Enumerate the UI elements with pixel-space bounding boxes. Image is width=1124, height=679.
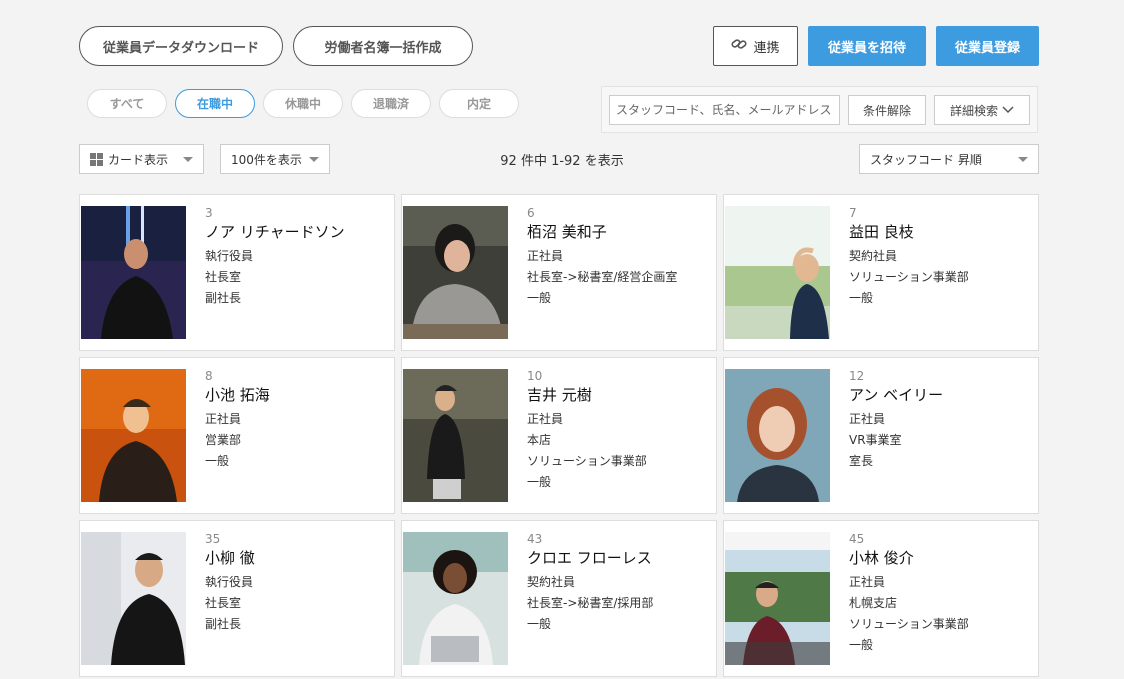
per-page-label: 100件を表示 (231, 152, 302, 167)
sort-label: スタッフコード 昇順 (870, 152, 982, 167)
employee-info-line: ソリューション事業部 (849, 270, 969, 284)
employee-card[interactable]: 10 吉井 元樹 正社員 本店 ソリューション事業部 一般 (401, 357, 717, 514)
employee-name: 小池 拓海 (205, 386, 270, 404)
staff-code: 43 (527, 532, 543, 546)
link-icon (731, 38, 748, 54)
advanced-search-button[interactable]: 詳細検索 (934, 95, 1030, 125)
tab-retired[interactable]: 退職済 (351, 89, 431, 118)
employee-info-line: 札幌支店 (849, 596, 898, 610)
staff-code: 8 (205, 369, 213, 383)
employee-name: クロエ フローレス (527, 549, 652, 567)
employee-card[interactable]: 8 小池 拓海 正社員 営業部 一般 (79, 357, 395, 514)
employee-info-line: 室長 (849, 454, 874, 468)
staff-code: 35 (205, 532, 221, 546)
employee-info-line: 一般 (527, 291, 552, 305)
employee-name: アン ベイリー (849, 386, 944, 404)
employee-info-line: 執行役員 (205, 249, 254, 263)
view-mode-label: カード表示 (108, 152, 169, 167)
chevron-down-icon (1002, 103, 1014, 117)
employee-photo (403, 206, 508, 339)
employee-info-line: 一般 (849, 638, 874, 652)
download-employee-data-button[interactable]: 従業員データダウンロード (79, 26, 283, 66)
employee-info-line: 副社長 (205, 617, 242, 631)
employee-card[interactable]: 6 栢沼 美和子 正社員 社長室->秘書室/経営企画室 一般 (401, 194, 717, 351)
employee-name: 小林 俊介 (849, 549, 914, 567)
employee-photo (81, 532, 186, 665)
link-button[interactable]: 連携 (713, 26, 798, 66)
employee-info-line: 正社員 (527, 249, 564, 263)
staff-code: 3 (205, 206, 213, 220)
employee-card[interactable]: 43 クロエ フローレス 契約社員 社長室->秘書室/採用部 一般 (401, 520, 717, 677)
tab-on-leave[interactable]: 休職中 (263, 89, 343, 118)
employee-card[interactable]: 45 小林 俊介 正社員 札幌支店 ソリューション事業部 一般 (723, 520, 1039, 677)
per-page-select[interactable]: 100件を表示 (220, 144, 330, 174)
employee-info-line: 社長室->秘書室/経営企画室 (527, 270, 678, 284)
employee-name: 栢沼 美和子 (527, 223, 607, 241)
employee-info-line: 契約社員 (527, 575, 576, 589)
employee-card[interactable]: 3 ノア リチャードソン 執行役員 社長室 副社長 (79, 194, 395, 351)
tab-all[interactable]: すべて (87, 89, 167, 118)
staff-code: 12 (849, 369, 865, 383)
employee-info-line: 一般 (527, 617, 552, 631)
employee-card[interactable]: 35 小柳 徹 執行役員 社長室 副社長 (79, 520, 395, 677)
employee-info-line: 契約社員 (849, 249, 898, 263)
employee-info-line: 正社員 (849, 412, 886, 426)
employee-info-line: 執行役員 (205, 575, 254, 589)
employee-info-line: 営業部 (205, 433, 242, 447)
employee-info-line: 社長室->秘書室/採用部 (527, 596, 654, 610)
link-button-label: 連携 (753, 40, 780, 56)
employee-info-line: 社長室 (205, 596, 242, 610)
search-input[interactable] (609, 95, 840, 125)
result-count: 92 件中 1-92 を表示 (500, 154, 624, 169)
employee-photo (81, 206, 186, 339)
staff-code: 6 (527, 206, 535, 220)
employee-info-line: 一般 (205, 454, 230, 468)
tab-employed[interactable]: 在職中 (175, 89, 255, 118)
employee-name: 益田 良枝 (849, 223, 914, 241)
register-employee-button[interactable]: 従業員登録 (936, 26, 1039, 66)
grid-icon (90, 152, 103, 166)
caret-down-icon (309, 157, 319, 162)
employee-info-line: 正社員 (527, 412, 564, 426)
employee-card[interactable]: 7 益田 良枝 契約社員 ソリューション事業部 一般 (723, 194, 1039, 351)
employee-name: ノア リチャードソン (205, 223, 345, 241)
caret-down-icon (1018, 157, 1028, 162)
advanced-search-label: 詳細検索 (949, 103, 998, 118)
employee-photo (81, 369, 186, 502)
employee-info-line: 正社員 (849, 575, 886, 589)
tab-offered[interactable]: 内定 (439, 89, 519, 118)
employee-info-line: 本店 (527, 433, 552, 447)
staff-code: 10 (527, 369, 543, 383)
bulk-create-roster-button[interactable]: 労働者名簿一括作成 (293, 26, 473, 66)
employee-info-line: VR事業室 (849, 433, 902, 447)
employee-name: 吉井 元樹 (527, 386, 592, 404)
employee-info-line: 社長室 (205, 270, 242, 284)
invite-employee-button[interactable]: 従業員を招待 (808, 26, 926, 66)
employee-info-line: 一般 (527, 475, 552, 489)
caret-down-icon (183, 157, 193, 162)
employee-photo (725, 532, 830, 665)
employee-card[interactable]: 12 アン ベイリー 正社員 VR事業室 室長 (723, 357, 1039, 514)
sort-select[interactable]: スタッフコード 昇順 (859, 144, 1039, 174)
employee-photo (725, 369, 830, 502)
view-mode-select[interactable]: カード表示 (79, 144, 204, 174)
staff-code: 7 (849, 206, 857, 220)
employee-info-line: 正社員 (205, 412, 242, 426)
employee-photo (403, 532, 508, 665)
employee-info-line: 副社長 (205, 291, 242, 305)
employee-info-line: 一般 (849, 291, 874, 305)
employee-photo (403, 369, 508, 502)
employee-info-line: ソリューション事業部 (527, 454, 647, 468)
employee-name: 小柳 徹 (205, 549, 255, 567)
employee-info-line: ソリューション事業部 (849, 617, 969, 631)
clear-conditions-button[interactable]: 条件解除 (848, 95, 926, 125)
staff-code: 45 (849, 532, 865, 546)
employee-photo (725, 206, 830, 339)
